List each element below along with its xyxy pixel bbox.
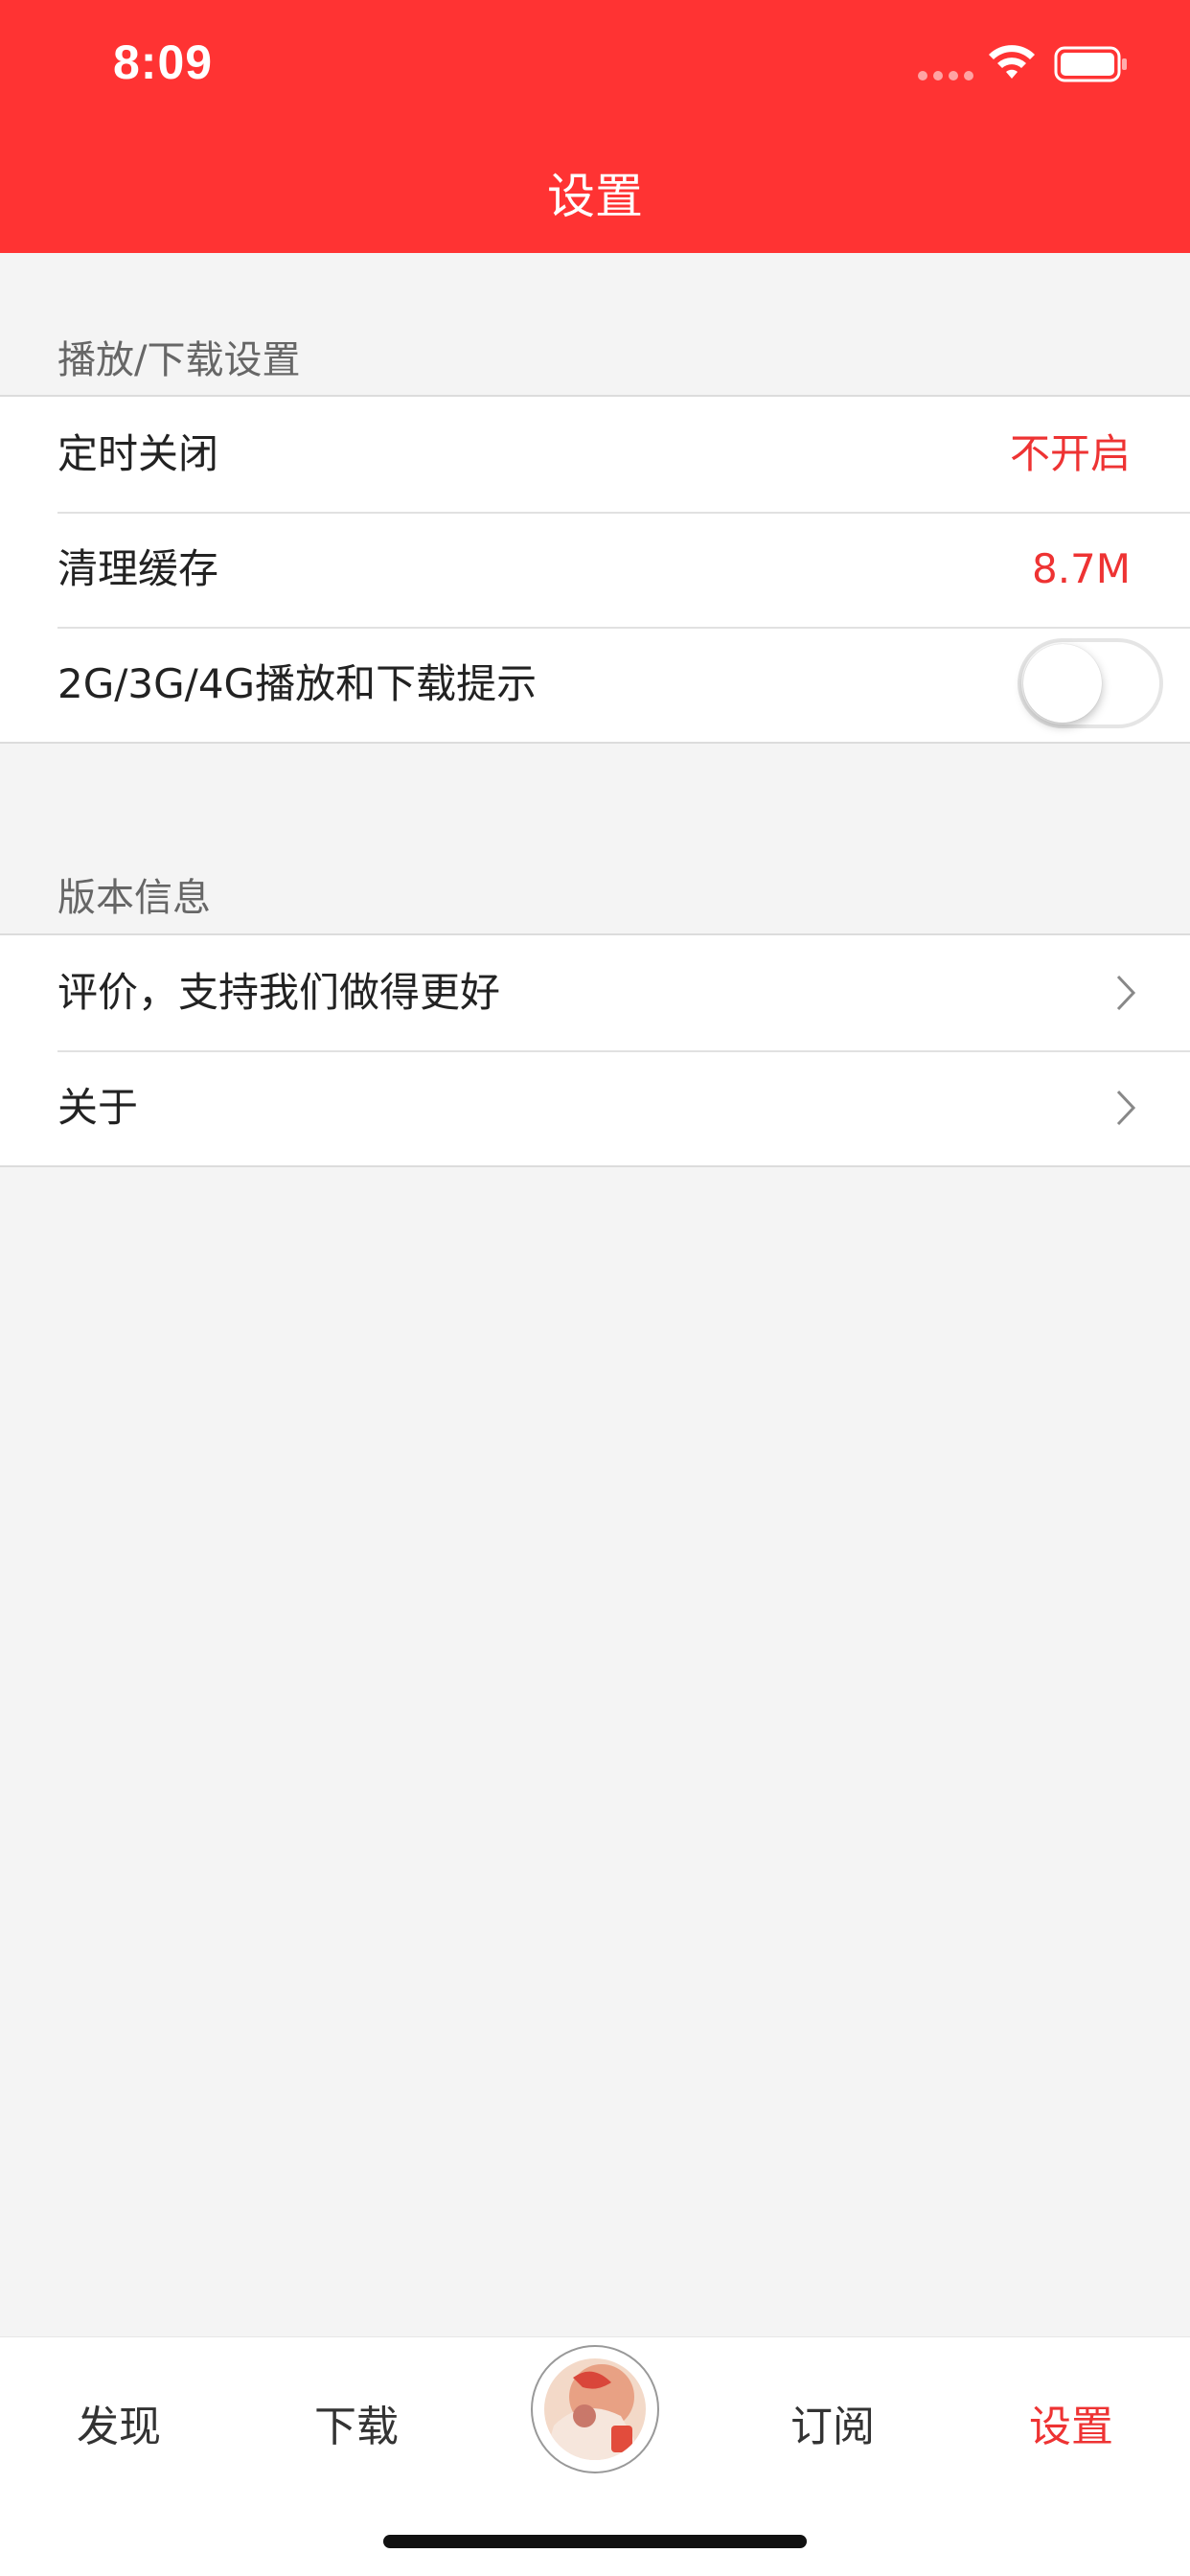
row-label: 关于 <box>57 1084 139 1131</box>
row-label: 评价，支持我们做得更好 <box>57 969 501 1016</box>
row-label: 2G/3G/4G播放和下载提示 <box>57 660 538 707</box>
row-clear-cache[interactable]: 清理缓存 8.7M <box>0 512 1190 627</box>
tab-discover[interactable]: 发现 <box>0 2380 238 2475</box>
status-time: 8:09 <box>113 35 214 89</box>
section-header-playback: 播放/下载设置 <box>57 338 301 382</box>
chevron-right-icon <box>1116 975 1136 1011</box>
settings-screen: 8:09 设置 播放/下载设置 定时关闭 不开启 清理缓存 8.7M 2G/3G… <box>0 0 1190 2576</box>
toggle-knob <box>1023 644 1102 723</box>
row-value: 8.7M <box>1031 545 1131 592</box>
row-label: 清理缓存 <box>57 545 219 592</box>
row-cellular-prompt: 2G/3G/4G播放和下载提示 <box>0 627 1190 742</box>
tab-subscribe[interactable]: 订阅 <box>714 2380 951 2475</box>
page-title: 设置 <box>547 169 643 224</box>
row-about[interactable]: 关于 <box>0 1050 1190 1165</box>
battery-icon <box>1054 46 1127 82</box>
cellular-signal-icon <box>918 71 973 80</box>
row-label: 定时关闭 <box>57 430 219 477</box>
row-value: 不开启 <box>1009 430 1131 477</box>
nav-header: 8:09 设置 <box>0 0 1190 253</box>
tab-download[interactable]: 下载 <box>238 2380 475 2475</box>
now-playing-button[interactable] <box>531 2345 659 2473</box>
home-indicator <box>383 2535 807 2548</box>
playback-settings-group: 定时关闭 不开启 清理缓存 8.7M 2G/3G/4G播放和下载提示 <box>0 395 1190 744</box>
row-sleep-timer[interactable]: 定时关闭 不开启 <box>0 397 1190 512</box>
version-info-group: 评价，支持我们做得更好 关于 <box>0 933 1190 1167</box>
row-rate-app[interactable]: 评价，支持我们做得更好 <box>0 935 1190 1050</box>
wifi-icon <box>989 45 1035 79</box>
album-cover-icon <box>544 2358 646 2460</box>
cellular-prompt-toggle[interactable] <box>1018 638 1163 728</box>
tab-settings[interactable]: 设置 <box>952 2380 1190 2475</box>
section-header-version: 版本信息 <box>57 876 211 920</box>
chevron-right-icon <box>1116 1090 1136 1126</box>
